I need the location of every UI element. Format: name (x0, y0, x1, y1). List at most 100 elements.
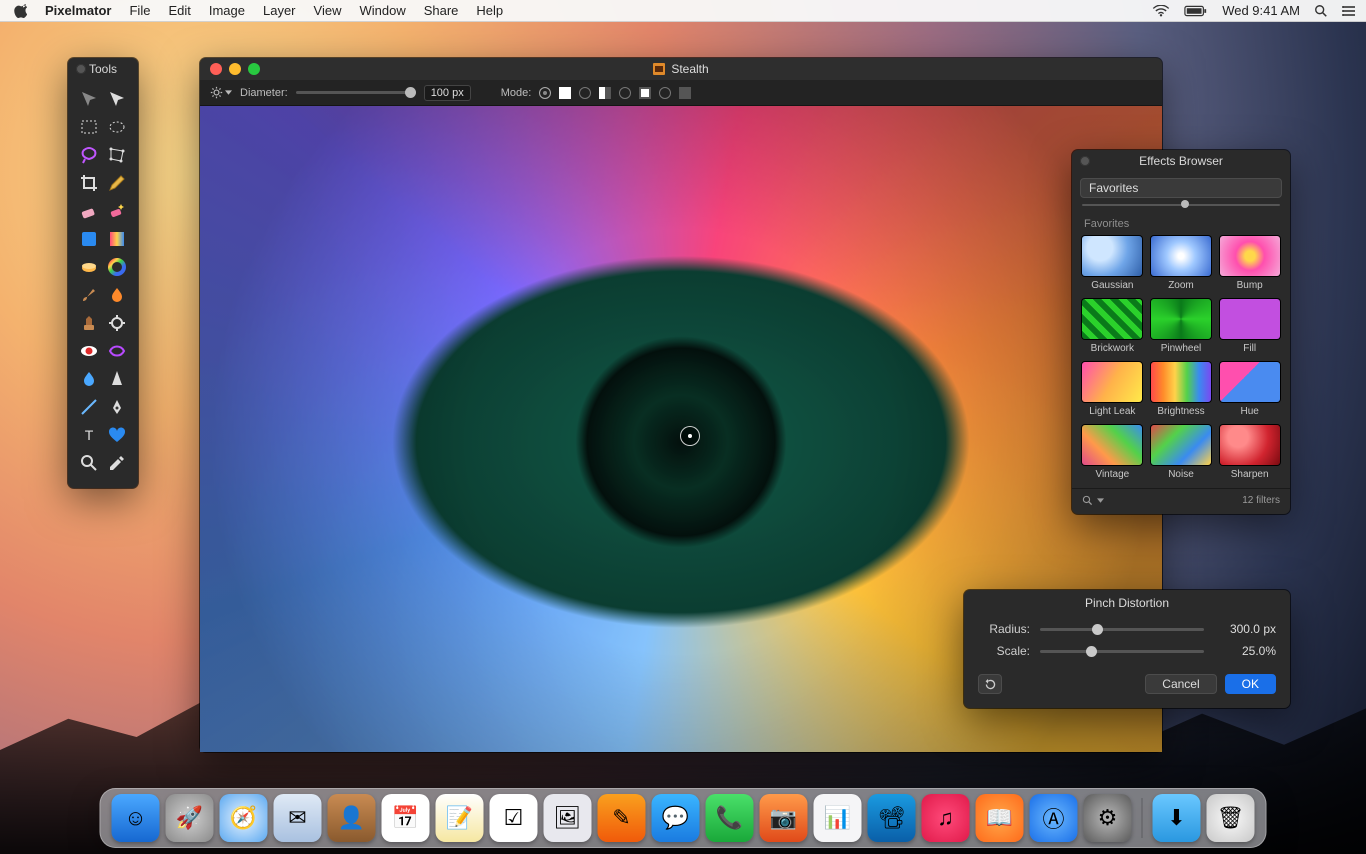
menubar-clock[interactable]: Wed 9:41 AM (1222, 3, 1300, 18)
tool-burn[interactable] (104, 282, 130, 308)
effect-fill[interactable]: Fill (1219, 299, 1280, 354)
window-close-icon[interactable] (210, 63, 222, 75)
dock-notes[interactable]: 📝 (436, 794, 484, 842)
menu-share[interactable]: Share (424, 3, 459, 18)
ok-button[interactable]: OK (1225, 674, 1276, 694)
tool-dodge[interactable] (104, 310, 130, 336)
tool-paint-bucket[interactable] (76, 254, 102, 280)
radius-slider[interactable] (1040, 628, 1204, 631)
thumbnail-size-slider[interactable] (1082, 202, 1280, 208)
dock-itunes[interactable]: ♫ (922, 794, 970, 842)
dock-photobooth[interactable]: 📷 (760, 794, 808, 842)
tool-red-eye[interactable] (76, 338, 102, 364)
tool-shape[interactable] (76, 226, 102, 252)
tool-pencil[interactable] (104, 170, 130, 196)
dock-keynote[interactable]: 📽 (868, 794, 916, 842)
gear-icon[interactable] (210, 86, 232, 99)
dock-reminders[interactable]: ☑ (490, 794, 538, 842)
tool-arrow[interactable] (104, 86, 130, 112)
tool-crop[interactable] (76, 170, 102, 196)
effect-bump[interactable]: Bump (1219, 236, 1280, 291)
effect-zoom[interactable]: Zoom (1151, 236, 1212, 291)
diameter-slider[interactable] (296, 91, 416, 94)
tool-pen[interactable] (104, 394, 130, 420)
dock-facetime[interactable]: 📞 (706, 794, 754, 842)
battery-icon[interactable] (1184, 5, 1208, 17)
close-icon[interactable] (1080, 156, 1090, 166)
tool-gradient[interactable] (104, 226, 130, 252)
effects-header[interactable]: Effects Browser (1072, 150, 1290, 172)
dock-preview[interactable]: 🖼 (544, 794, 592, 842)
tool-sharpen[interactable] (104, 366, 130, 392)
radius-value[interactable]: 300.0 px (1214, 622, 1276, 636)
window-zoom-icon[interactable] (248, 63, 260, 75)
tool-eyedropper[interactable] (104, 450, 130, 476)
window-minimize-icon[interactable] (229, 63, 241, 75)
dock-messages[interactable]: 💬 (652, 794, 700, 842)
effect-light-leak[interactable]: Light Leak (1082, 362, 1143, 417)
menu-file[interactable]: File (129, 3, 150, 18)
tool-move[interactable] (76, 86, 102, 112)
dock-safari[interactable]: 🧭 (220, 794, 268, 842)
diameter-value[interactable]: 100 px (424, 85, 471, 101)
tool-lasso[interactable] (76, 142, 102, 168)
tool-eraser[interactable] (76, 198, 102, 224)
menu-app[interactable]: Pixelmator (45, 3, 111, 18)
dock-mail[interactable]: ✉ (274, 794, 322, 842)
close-icon[interactable] (76, 64, 86, 74)
dock-numbers[interactable]: 📊 (814, 794, 862, 842)
tool-magic-eraser[interactable] (104, 198, 130, 224)
effects-search[interactable] (1082, 495, 1104, 506)
tool-rect-select[interactable] (76, 114, 102, 140)
tools-header[interactable]: Tools (68, 58, 138, 80)
dock-settings[interactable]: ⚙ (1084, 794, 1132, 842)
tool-poly-lasso[interactable] (104, 142, 130, 168)
wifi-icon[interactable] (1152, 5, 1170, 17)
mode-option-4[interactable] (659, 87, 671, 99)
effect-controls-title[interactable]: Pinch Distortion (964, 590, 1290, 618)
menu-image[interactable]: Image (209, 3, 245, 18)
menu-window[interactable]: Window (359, 3, 405, 18)
tool-blur[interactable] (76, 366, 102, 392)
apple-menu[interactable] (14, 4, 27, 18)
dock-downloads[interactable]: ⬇ (1153, 794, 1201, 842)
tool-warp[interactable] (104, 338, 130, 364)
mode-option-1[interactable] (539, 87, 551, 99)
scale-slider[interactable] (1040, 650, 1204, 653)
tool-type[interactable]: T (76, 422, 102, 448)
reset-button[interactable] (978, 674, 1002, 694)
cancel-button[interactable]: Cancel (1145, 674, 1216, 694)
effect-center-handle[interactable] (680, 426, 700, 446)
tool-ellipse-select[interactable] (104, 114, 130, 140)
effect-sharpen[interactable]: Sharpen (1219, 425, 1280, 480)
dock-launchpad[interactable]: 🚀 (166, 794, 214, 842)
dock-contacts[interactable]: 👤 (328, 794, 376, 842)
menu-view[interactable]: View (314, 3, 342, 18)
effect-gaussian[interactable]: Gaussian (1082, 236, 1143, 291)
effects-category-select[interactable]: Favorites (1080, 178, 1282, 198)
mode-option-3[interactable] (619, 87, 631, 99)
tool-brush[interactable] (76, 282, 102, 308)
tool-color-wheel[interactable] (104, 254, 130, 280)
effect-brightness[interactable]: Brightness (1151, 362, 1212, 417)
notification-center-icon[interactable] (1342, 5, 1356, 17)
effect-noise[interactable]: Noise (1151, 425, 1212, 480)
tool-line[interactable] (76, 394, 102, 420)
tool-clone[interactable] (76, 310, 102, 336)
dock-ibooks[interactable]: 📖 (976, 794, 1024, 842)
effect-pinwheel[interactable]: Pinwheel (1151, 299, 1212, 354)
menu-help[interactable]: Help (476, 3, 503, 18)
effect-hue[interactable]: Hue (1219, 362, 1280, 417)
tool-heart[interactable] (104, 422, 130, 448)
dock-finder[interactable]: ☺ (112, 794, 160, 842)
mode-option-2[interactable] (579, 87, 591, 99)
dock-appstore[interactable]: Ⓐ (1030, 794, 1078, 842)
dock-calendar[interactable]: 📅 (382, 794, 430, 842)
tool-zoom[interactable] (76, 450, 102, 476)
effect-vintage[interactable]: Vintage (1082, 425, 1143, 480)
dock-pixelmator[interactable]: ✎ (598, 794, 646, 842)
scale-value[interactable]: 25.0% (1214, 644, 1276, 658)
dock-trash[interactable]: 🗑 (1207, 794, 1255, 842)
titlebar[interactable]: Stealth (200, 58, 1162, 80)
spotlight-icon[interactable] (1314, 4, 1328, 18)
